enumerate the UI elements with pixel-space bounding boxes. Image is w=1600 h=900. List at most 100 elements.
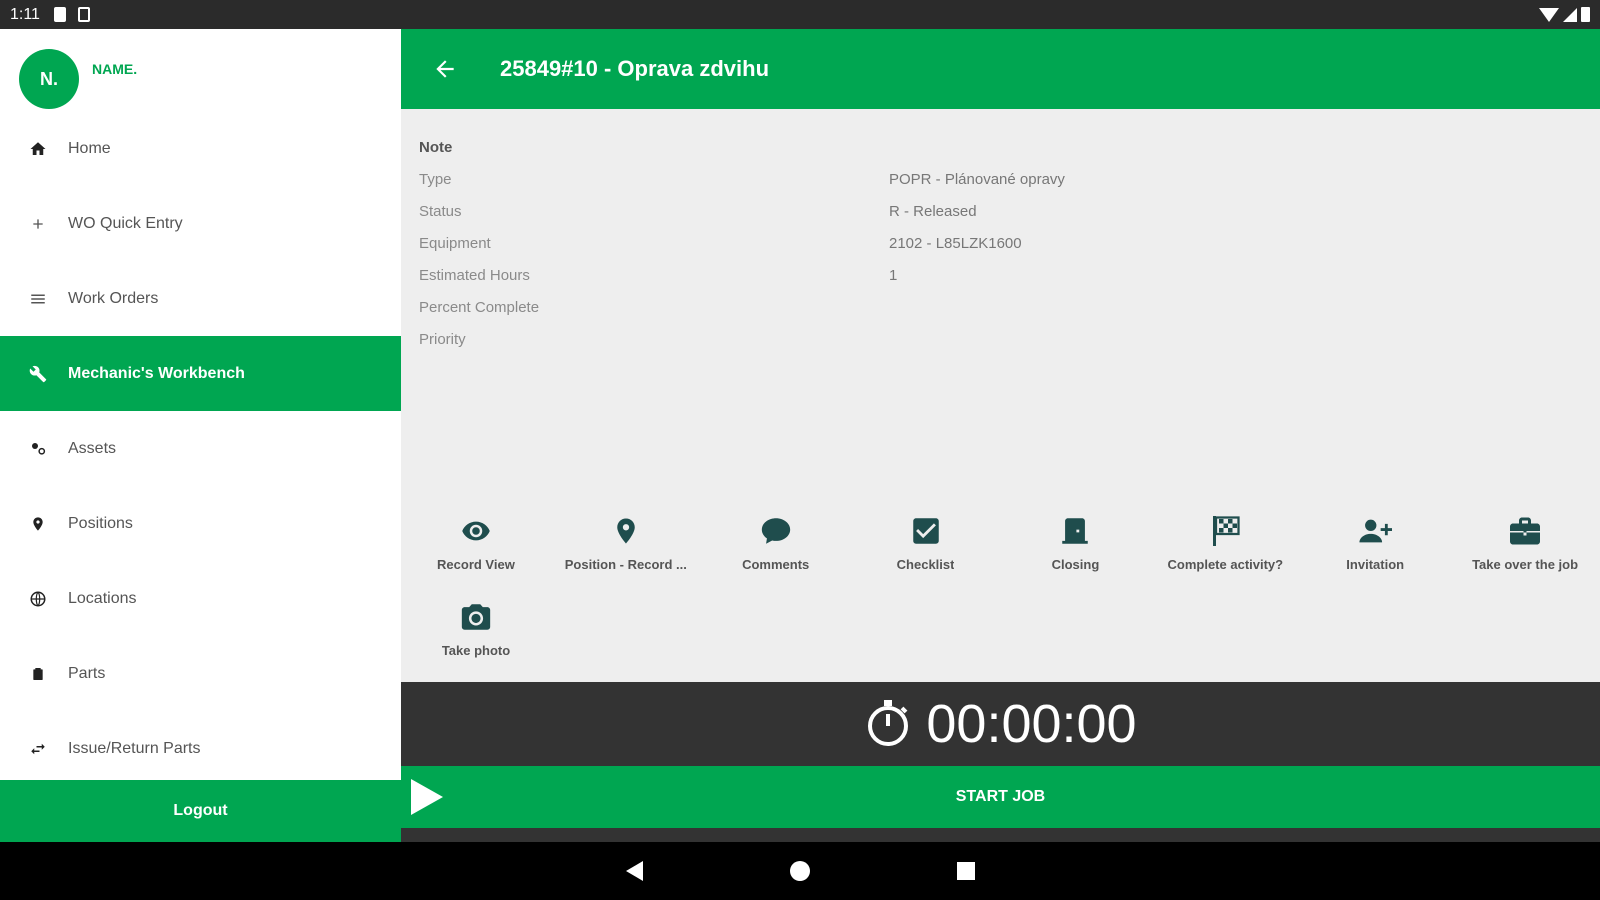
sidebar-item-label: WO Quick Entry — [68, 214, 183, 232]
detail-row-status: Status R - Released — [419, 195, 1579, 227]
invitation-button[interactable]: Invitation — [1300, 509, 1450, 595]
system-navigation-bar — [0, 842, 1600, 900]
briefcase-icon — [1505, 511, 1545, 551]
detail-label: Status — [419, 202, 462, 220]
wifi-icon — [1539, 7, 1559, 22]
drawer-header: N. NAME. — [0, 29, 401, 111]
sidebar-item-label: Issue/Return Parts — [68, 739, 201, 757]
wrench-icon — [28, 364, 48, 384]
sidebar-item-label: Work Orders — [68, 289, 159, 307]
add-person-icon — [1355, 511, 1395, 551]
sidebar-item-issue-return-parts[interactable]: Issue/Return Parts — [0, 711, 401, 786]
sidebar-item-wo-quick-entry[interactable]: WO Quick Entry — [0, 186, 401, 261]
parts-icon — [28, 664, 48, 684]
detail-row-priority: Priority — [419, 323, 1579, 355]
action-label: Complete activity? — [1167, 557, 1284, 572]
detail-value: R - Released — [889, 202, 977, 220]
sidebar-item-label: Parts — [68, 664, 106, 682]
action-label: Take over the job — [1472, 557, 1579, 572]
globe-icon — [28, 589, 48, 609]
detail-label: Type — [419, 170, 452, 188]
action-label: Position - Record ... — [564, 557, 687, 572]
camera-icon — [456, 597, 496, 637]
sidebar-item-label: Positions — [68, 514, 133, 532]
back-button[interactable] — [415, 39, 475, 99]
sidebar-item-positions[interactable]: Positions — [0, 486, 401, 561]
system-home-button[interactable] — [780, 851, 820, 891]
assets-icon — [28, 439, 48, 459]
home-circle-icon — [790, 861, 810, 881]
action-label: Checklist — [896, 557, 955, 572]
position-record-button[interactable]: Position - Record ... — [551, 509, 701, 595]
closing-button[interactable]: Closing — [1001, 509, 1151, 595]
take-photo-button[interactable]: Take photo — [401, 595, 551, 681]
sd-card-icon — [53, 7, 66, 22]
storage-icon — [77, 7, 90, 22]
action-label: Closing — [1051, 557, 1100, 572]
recents-square-icon — [957, 862, 975, 880]
detail-row-percent-complete: Percent Complete — [419, 291, 1579, 323]
detail-label: Priority — [419, 330, 466, 348]
system-back-button[interactable] — [614, 851, 654, 891]
page-title: 25849#10 - Oprava zdvihu — [500, 56, 770, 81]
detail-value: 1 — [889, 266, 898, 284]
signal-icon — [1563, 7, 1577, 22]
plus-icon — [28, 214, 48, 234]
sidebar-item-label: Locations — [68, 589, 137, 607]
record-view-button[interactable]: Record View — [401, 509, 551, 595]
battery-icon — [1581, 7, 1590, 22]
sidebar-item-label: Assets — [68, 439, 117, 457]
door-icon — [1055, 511, 1095, 551]
app-bar: 25849#10 - Oprava zdvihu — [401, 29, 1600, 109]
sidebar-item-label: Home — [68, 139, 111, 157]
map-pin-icon — [606, 511, 646, 551]
swap-icon — [28, 739, 48, 759]
main-panel: 25849#10 - Oprava zdvihu Note Type POPR … — [401, 29, 1600, 842]
work-order-details: Note Type POPR - Plánované opravy Status… — [419, 131, 1579, 355]
status-bar: 1:11 — [0, 0, 1600, 29]
action-grid: Record View Position - Record ... Commen… — [401, 509, 1600, 681]
logout-button[interactable]: Logout — [0, 780, 401, 842]
avatar[interactable]: N. — [19, 49, 79, 109]
user-name: NAME. — [92, 61, 138, 77]
play-icon — [411, 779, 443, 815]
checkbox-icon — [906, 511, 946, 551]
pin-icon — [28, 514, 48, 534]
navigation-drawer: N. NAME. Home WO Quick Entry Work Orders… — [0, 29, 401, 842]
sidebar-item-locations[interactable]: Locations — [0, 561, 401, 636]
eye-icon — [456, 511, 496, 551]
detail-label: Estimated Hours — [419, 266, 530, 284]
timer-display: 00:00:00 — [926, 694, 1137, 754]
action-label: Comments — [742, 557, 810, 572]
sidebar-item-work-orders[interactable]: Work Orders — [0, 261, 401, 336]
sidebar-item-assets[interactable]: Assets — [0, 411, 401, 486]
sidebar-item-home[interactable]: Home — [0, 111, 401, 186]
flag-icon — [1205, 511, 1245, 551]
sidebar-item-label: Mechanic's Workbench — [68, 364, 245, 382]
detail-value: 2102 - L85LZK1600 — [889, 234, 1022, 252]
detail-row-estimated-hours: Estimated Hours 1 — [419, 259, 1579, 291]
comments-button[interactable]: Comments — [701, 509, 851, 595]
action-label: Record View — [437, 557, 515, 572]
action-label: Invitation — [1346, 557, 1405, 572]
timer-bar: 00:00:00 — [401, 682, 1600, 766]
sidebar-item-parts[interactable]: Parts — [0, 636, 401, 711]
detail-row-equipment: Equipment 2102 - L85LZK1600 — [419, 227, 1579, 259]
back-triangle-icon — [625, 861, 643, 881]
avatar-initial: N. — [40, 68, 58, 89]
stopwatch-icon — [864, 695, 912, 754]
start-job-button[interactable]: START JOB — [401, 766, 1600, 828]
sidebar-item-mechanics-workbench[interactable]: Mechanic's Workbench — [0, 336, 401, 411]
detail-value: POPR - Plánované opravy — [889, 170, 1065, 188]
checklist-button[interactable]: Checklist — [851, 509, 1001, 595]
action-label: Take photo — [441, 643, 511, 658]
detail-row-type: Type POPR - Plánované opravy — [419, 163, 1579, 195]
comment-icon — [756, 511, 796, 551]
bottom-divider — [401, 828, 1600, 842]
arrow-left-icon — [436, 60, 454, 78]
system-recents-button[interactable] — [946, 851, 986, 891]
start-job-label: START JOB — [955, 788, 1046, 805]
detail-row-note: Note — [419, 131, 1579, 163]
take-over-job-button[interactable]: Take over the job — [1450, 509, 1600, 595]
complete-activity-button[interactable]: Complete activity? — [1150, 509, 1300, 595]
